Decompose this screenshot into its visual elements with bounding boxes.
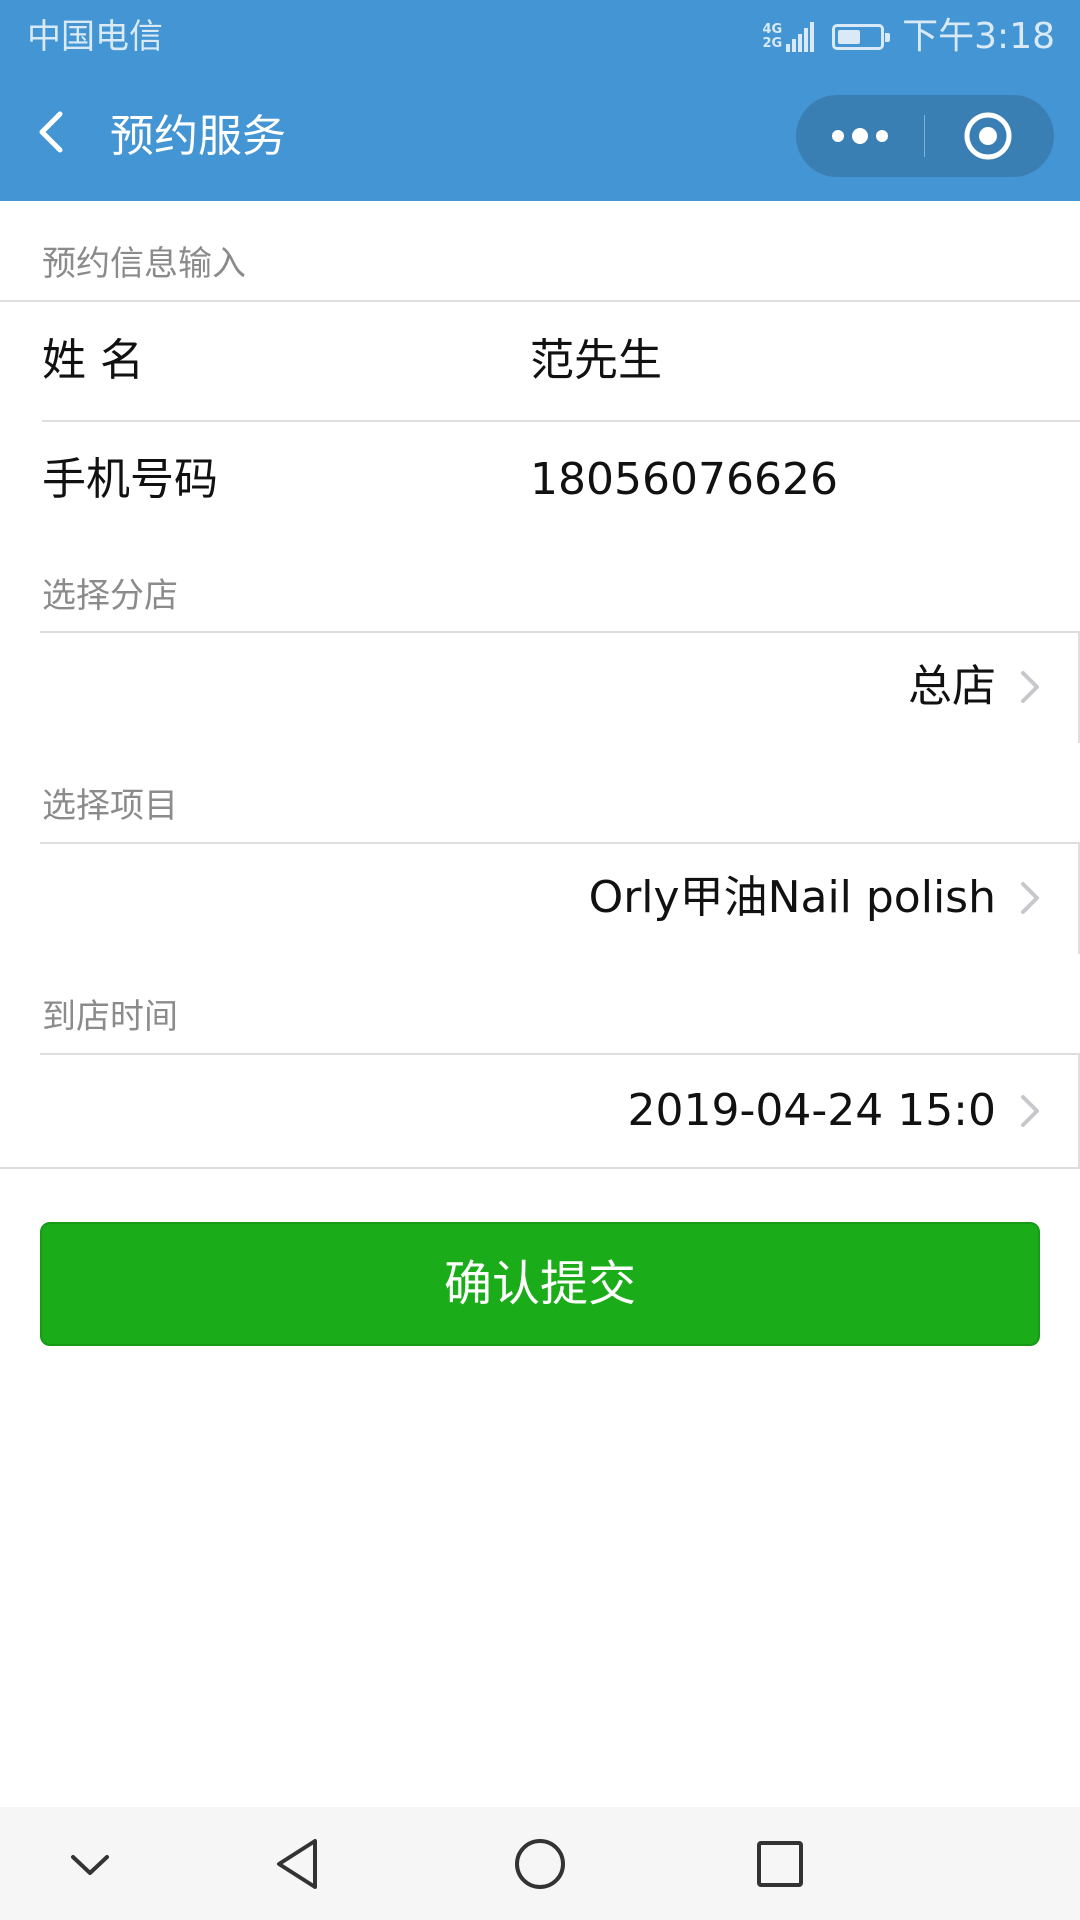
chevron-right-icon	[1021, 882, 1039, 914]
triangle-back-icon[interactable]	[265, 1829, 335, 1899]
phone-row: 手机号码 18056076626	[0, 422, 1080, 540]
project-value: Orly甲油Nail polish	[588, 872, 996, 923]
status-indicators: 4G 2G 下午3:18	[762, 14, 1055, 60]
more-dots-icon	[832, 128, 888, 144]
target-close-icon	[964, 112, 1012, 160]
project-picker[interactable]: Orly甲油Nail polish	[40, 844, 1080, 954]
nav-bar: 预约服务	[0, 76, 1080, 201]
store-picker[interactable]: 总店	[40, 633, 1080, 743]
phone-label: 手机号码	[42, 454, 218, 505]
project-section-label: 选择项目	[42, 786, 178, 826]
more-button[interactable]	[796, 95, 924, 177]
time-value: 2019-04-24 15:0	[627, 1085, 997, 1136]
carrier-name: 中国电信	[27, 17, 163, 57]
divider	[0, 1167, 1080, 1169]
store-value: 总店	[908, 661, 996, 712]
chevron-left-icon	[39, 111, 63, 153]
circle-home-icon[interactable]	[505, 1829, 575, 1899]
square-recents-icon[interactable]	[745, 1829, 815, 1899]
status-time: 下午3:18	[902, 16, 1055, 57]
chevron-down-icon[interactable]	[55, 1829, 125, 1899]
back-button[interactable]	[30, 102, 80, 162]
page-title: 预约服务	[110, 111, 286, 162]
network-type-top: 4G	[762, 22, 783, 37]
time-picker[interactable]: 2019-04-24 15:0	[40, 1055, 1080, 1167]
name-input[interactable]: 范先生	[530, 331, 662, 391]
signal-icon	[786, 22, 816, 52]
network-type-bottom: 2G	[762, 36, 783, 51]
time-section-label: 到店时间	[42, 997, 178, 1037]
mini-program-capsule	[796, 95, 1054, 177]
name-label: 姓 名	[42, 335, 144, 386]
chevron-right-icon	[1021, 1095, 1039, 1127]
submit-button[interactable]: 确认提交	[40, 1222, 1040, 1346]
name-row: 姓 名 范先生	[0, 302, 1080, 420]
app-header: 中国电信 4G 2G 下午3:18 预约服务	[0, 0, 1080, 201]
chevron-right-icon	[1021, 671, 1039, 703]
battery-level-fill	[838, 30, 861, 44]
close-mini-program-button[interactable]	[925, 95, 1054, 177]
battery-icon	[832, 24, 891, 50]
phone-input[interactable]: 18056076626	[530, 450, 838, 510]
network-type: 4G 2G	[762, 23, 782, 51]
status-bar: 中国电信 4G 2G 下午3:18	[0, 0, 1080, 76]
section-title: 预约信息输入	[42, 244, 246, 284]
store-section-label: 选择分店	[42, 576, 178, 616]
system-nav-bar	[0, 1807, 1080, 1920]
